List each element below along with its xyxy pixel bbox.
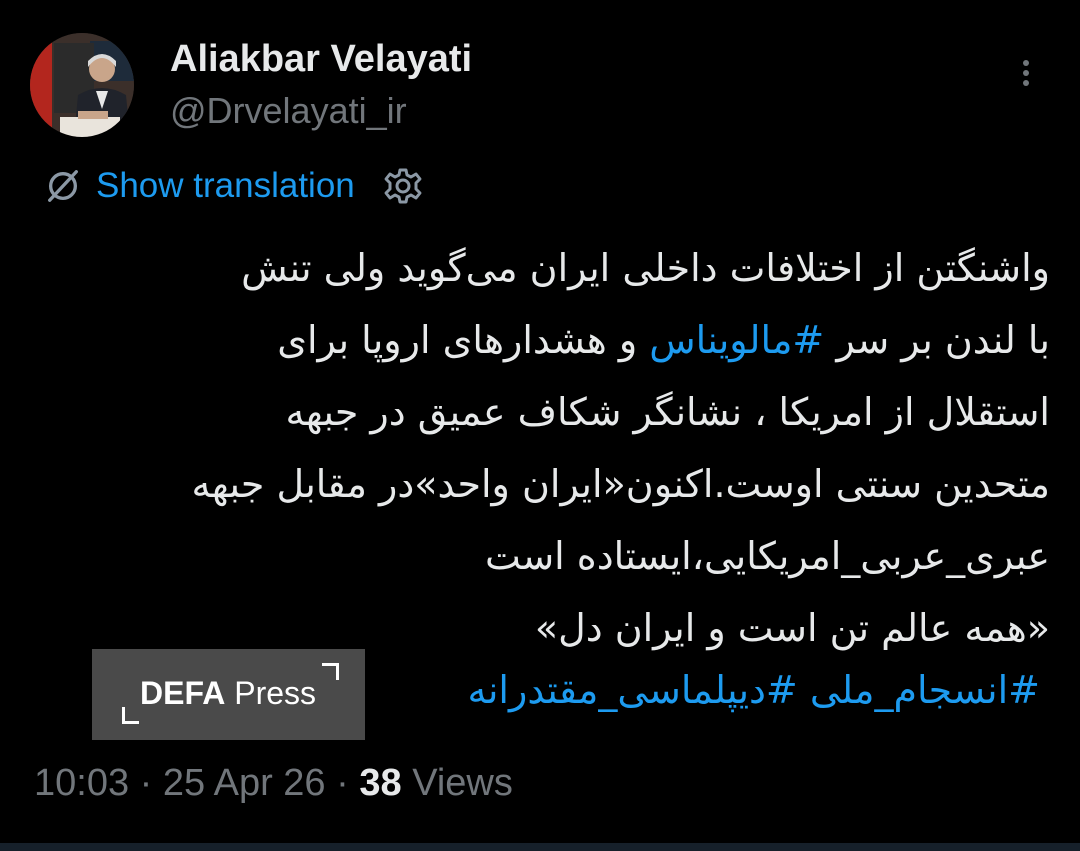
views-count: 38 <box>359 762 402 804</box>
tweet-line: واشنگتن از اختلافات داخلی ایران می‌گوید … <box>241 246 1050 290</box>
tweet-line: متحدین سنتی اوست.اکنون«ایران واحد»در مقا… <box>191 462 1050 506</box>
timestamp-time[interactable]: 10:03 <box>34 762 129 804</box>
meta-separator: · <box>325 762 360 804</box>
more-vertical-icon <box>1023 60 1029 66</box>
hashtag-link[interactable]: #انسجام_ملی <box>810 668 1040 712</box>
views-label[interactable]: Views <box>412 762 513 804</box>
hashtag-link[interactable]: #دیپلماسی_مقتدرانه <box>467 668 797 712</box>
tweet-line-text: و هشدارهای اروپا برای <box>277 318 650 362</box>
bottom-divider <box>0 843 1080 851</box>
corner-mark <box>122 707 139 724</box>
tweet-text: واشنگتن از اختلافات داخلی ایران می‌گوید … <box>60 232 1050 664</box>
corner-mark <box>322 663 339 680</box>
watermark-text: DEFA Press <box>140 675 316 712</box>
watermark-brand-suffix: Press <box>234 675 317 711</box>
show-translation-link[interactable]: Show translation <box>96 166 355 206</box>
tweet-line: عبری_عربی_امریکایی،ایستاده است <box>485 534 1050 578</box>
meta-separator: · <box>129 762 163 804</box>
watermark-brand: DEFA <box>140 675 226 711</box>
hashtag-link[interactable]: #مالویناس <box>649 318 824 362</box>
more-dot <box>1023 70 1029 76</box>
more-options-button[interactable] <box>1008 56 1044 100</box>
gear-icon[interactable] <box>383 166 423 206</box>
translation-row: Show translation <box>44 162 423 210</box>
hashtag-row: #انسجام_ملی #دیپلماسی_مقتدرانه <box>467 668 1040 712</box>
tweet-meta: 10:03 · 25 Apr 26 · 38 Views <box>34 762 513 805</box>
author-handle[interactable]: @Drvelayati_ir <box>170 90 407 132</box>
globe-off-icon <box>48 170 78 202</box>
tweet-line: استقلال از امریکا ، نشانگر شکاف عمیق در … <box>285 390 1051 434</box>
tweet-line: با لندن بر سر #مالویناس و هشدارهای اروپا… <box>60 304 1050 376</box>
watermark-badge: DEFA Press <box>92 649 365 740</box>
avatar[interactable] <box>30 33 134 137</box>
author-name[interactable]: Aliakbar Velayati <box>170 38 472 81</box>
tweet-line-text: با لندن بر سر <box>824 318 1050 362</box>
avatar-photo <box>30 33 134 137</box>
more-dot <box>1023 80 1029 86</box>
timestamp-date[interactable]: 25 Apr 26 <box>163 762 326 804</box>
